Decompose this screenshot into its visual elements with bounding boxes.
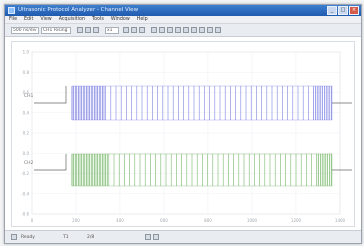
menu-tools[interactable]: Tools [92, 16, 104, 24]
status-nav-left-icon[interactable] [145, 234, 151, 240]
waveform-canvas: 1.00.80.60.40.20.0-0.2-0.4-0.60 200 400 600… [21, 50, 352, 223]
ch2-idle-left [34, 154, 67, 171]
x-tick-label: 1200 [291, 218, 302, 223]
title-bar: Ultrasonic Protocol Analyzer - Channel V… [5, 5, 361, 16]
x-tick-label: 600 [160, 218, 168, 223]
track-label-ch2: CH2 [24, 161, 34, 166]
layout-icon[interactable] [215, 27, 221, 33]
status-icon [11, 234, 17, 240]
x-tick-label: 400 [116, 218, 124, 223]
app-icon [8, 7, 15, 14]
app-window: Ultrasonic Protocol Analyzer - Channel V… [4, 4, 362, 244]
y-tick-label: 1.0 [23, 50, 30, 55]
waveform-plot[interactable]: 1.0 0.8 0.6 0.4 0.2 0.0 -0.2 -0.4 -0.6 0 200 400 600… [11, 41, 355, 227]
track-label-ch1: CH1 [24, 94, 34, 99]
zoom-in-icon[interactable] [123, 27, 129, 33]
status-count: 2/8 [87, 235, 95, 240]
stop-icon[interactable] [85, 27, 91, 33]
menu-view[interactable]: View [40, 16, 51, 24]
ch1-idle-left [34, 86, 67, 104]
maximize-button[interactable]: □ [338, 6, 348, 15]
info-icon[interactable] [207, 27, 213, 33]
y-tick-label: -0.6 [21, 212, 29, 217]
trigger-field[interactable]: CH1 Rising [41, 27, 71, 34]
zoom-out-icon[interactable] [131, 27, 137, 33]
status-cursor: T1 [63, 235, 69, 240]
zoom-field[interactable]: x1 [105, 27, 119, 34]
menu-acquisition[interactable]: Acquisition [59, 16, 85, 24]
fit-icon[interactable] [139, 27, 145, 33]
export-icon[interactable] [175, 27, 181, 33]
x-tick-label: 0 [31, 218, 34, 223]
y-tick-label: -0.4 [21, 191, 29, 196]
settings-icon[interactable] [191, 27, 197, 33]
menu-bar: File Edit View Acquisition Tools Window … [5, 16, 361, 24]
status-mode: Ready [21, 235, 35, 240]
window-title: Ultrasonic Protocol Analyzer - Channel V… [18, 7, 139, 13]
print-icon[interactable] [183, 27, 189, 33]
y-tick-label: -0.2 [21, 171, 29, 176]
menu-window[interactable]: Window [111, 16, 130, 24]
toolbar: 500 ns/div CH1 Rising x1 [5, 24, 361, 37]
status-bar: Ready T1 2/8 [5, 230, 361, 243]
status-nav-right-icon[interactable] [153, 234, 159, 240]
run-icon[interactable] [77, 27, 83, 33]
single-icon[interactable] [93, 27, 99, 33]
menu-file[interactable]: File [9, 16, 17, 24]
y-tick-label: 0.8 [23, 70, 30, 75]
minimize-button[interactable]: _ [327, 6, 337, 15]
y-tick-label: 0.0 [23, 151, 30, 156]
ch2-burst-envelope [71, 153, 333, 187]
x-tick-label: 1400 [335, 218, 346, 223]
menu-help[interactable]: Help [137, 16, 148, 24]
x-tick-label: 200 [72, 218, 80, 223]
cursor-icon[interactable] [151, 27, 157, 33]
x-tick-label: 1000 [247, 218, 258, 223]
y-tick-label: 0.4 [23, 110, 30, 115]
timebase-field[interactable]: 500 ns/div [11, 27, 39, 34]
menu-edit[interactable]: Edit [24, 16, 33, 24]
close-button[interactable]: × [349, 6, 359, 15]
x-tick-label: 800 [204, 218, 212, 223]
y-tick-label: 0.2 [23, 131, 30, 136]
marker-icon[interactable] [167, 27, 173, 33]
help-icon[interactable] [199, 27, 205, 33]
measure-icon[interactable] [159, 27, 165, 33]
